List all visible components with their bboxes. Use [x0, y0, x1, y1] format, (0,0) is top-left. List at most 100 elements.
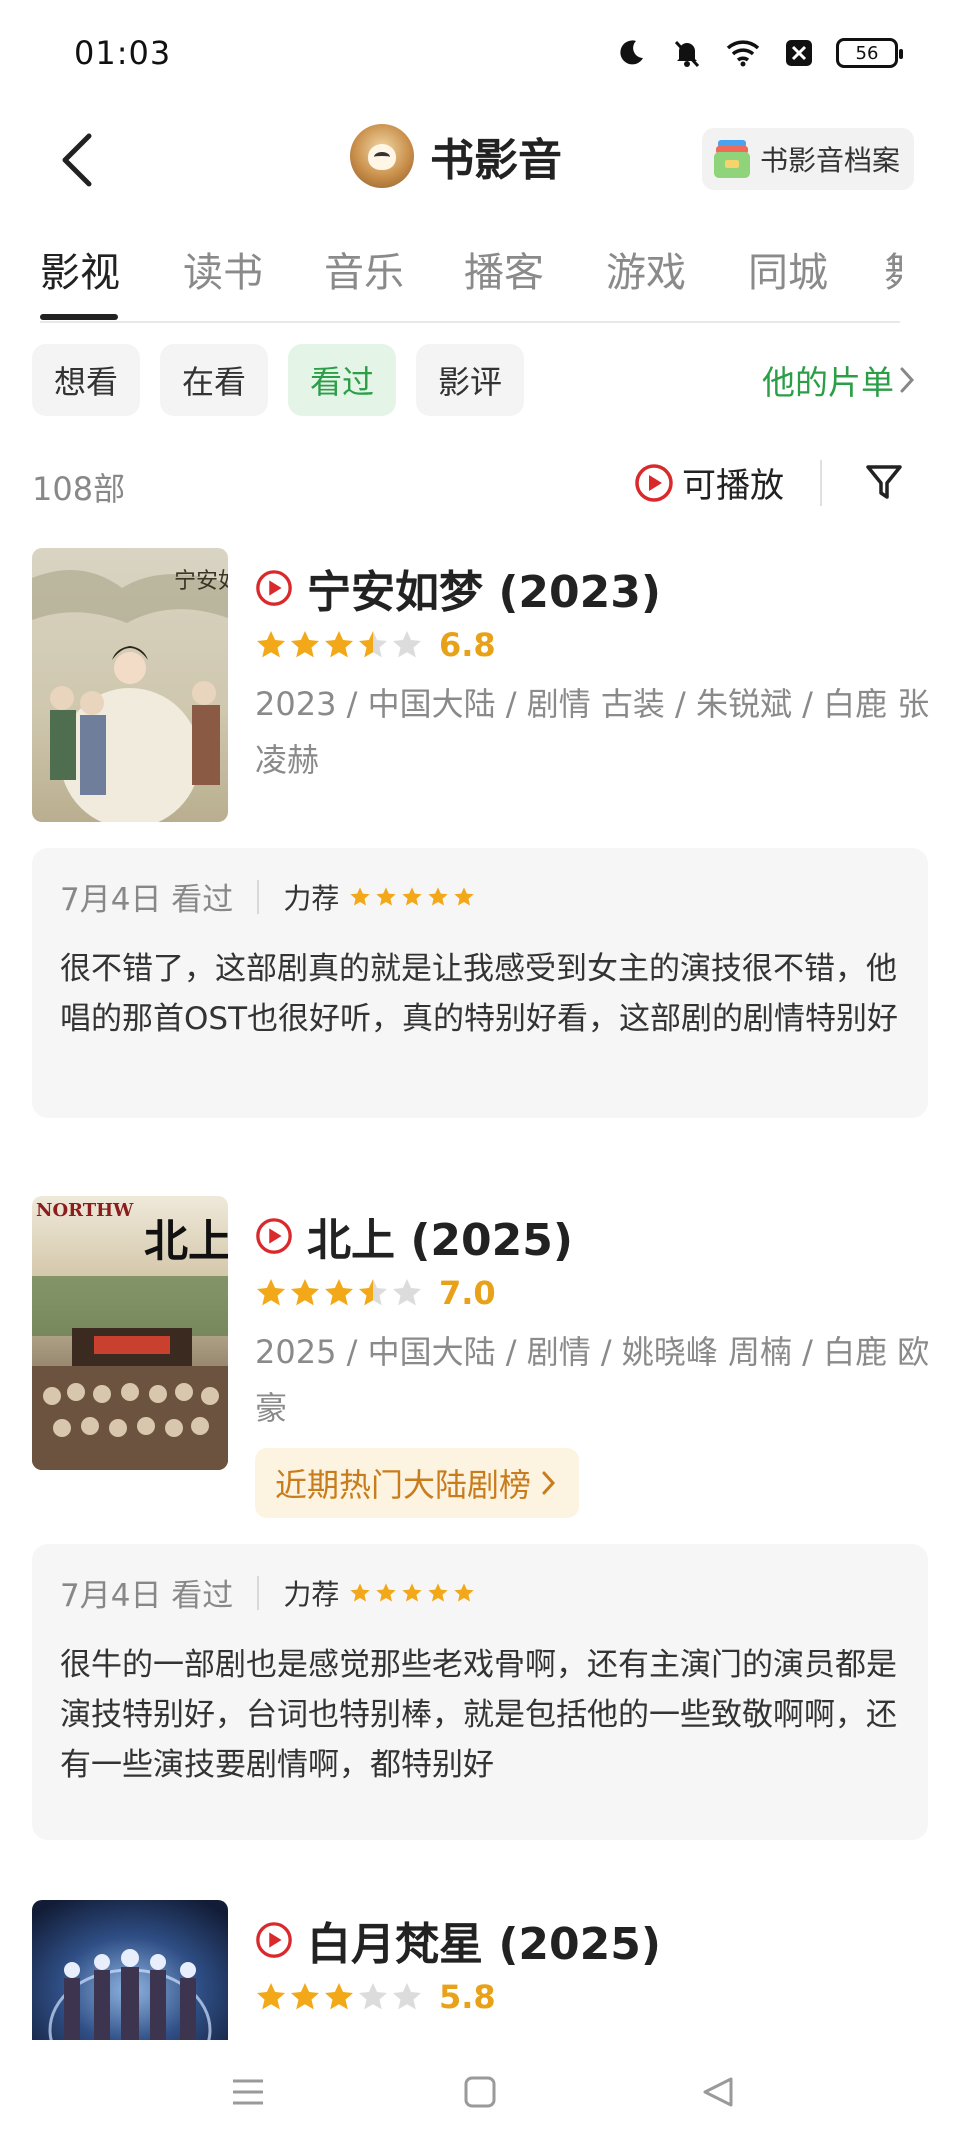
tab-games[interactable]: 游戏 — [606, 240, 686, 298]
star-full-icon — [257, 1279, 285, 1306]
item-count: 108部 — [32, 470, 126, 508]
divider — [820, 460, 822, 506]
status-time: 01:03 — [74, 34, 172, 72]
movie-title-row[interactable]: 白月梵星 (2025) — [255, 1908, 661, 1972]
review-text: 很牛的一部剧也是感觉那些老戏骨啊，还有主演门的演员都是演技特别好，台词也特别棒，… — [60, 1647, 897, 1783]
star-empty-icon — [393, 1983, 421, 2010]
tab-more[interactable]: 舞 — [884, 240, 902, 298]
filter-reviews[interactable]: 影评 — [416, 344, 525, 416]
tab-books[interactable]: 读书 — [183, 240, 263, 298]
back-button[interactable] — [46, 128, 106, 192]
tab-podcast[interactable]: 播客 — [464, 240, 544, 298]
star-full-icon — [291, 1983, 319, 2010]
star-full-icon — [325, 1983, 353, 2010]
star-full-icon — [257, 1983, 285, 2010]
status-filters: 想看 在看 看过 影评 — [32, 344, 525, 416]
star-rating — [255, 1277, 423, 1309]
chevron-right-icon — [900, 367, 915, 393]
movie-poster[interactable] — [32, 1900, 228, 2050]
filter-want[interactable]: 想看 — [32, 344, 141, 416]
review-stars — [349, 886, 475, 908]
movie-poster[interactable]: 宁安如梦 — [32, 548, 228, 822]
archive-button[interactable]: 书影音档案 — [701, 128, 914, 190]
chevron-left-icon — [62, 133, 92, 187]
tab-film[interactable]: 影视 — [40, 240, 120, 298]
battery-level: 56 — [855, 42, 879, 64]
category-tabs: 影视 读书 音乐 播客 游戏 同城 舞 — [0, 240, 960, 324]
star-empty-icon — [393, 631, 421, 658]
movie-meta: 2025 / 中国大陆 / 剧情 / 姚晓峰 周楠 / 白鹿 欧豪 — [255, 1333, 930, 1427]
star-full-icon — [291, 631, 319, 658]
tabs-divider — [40, 321, 900, 323]
page-title: 书影音 — [430, 135, 562, 186]
ranking-tag-label: 近期热门大陆剧榜 — [275, 1466, 532, 1504]
review-date: 7月4日 看过 — [60, 882, 234, 918]
movie-title: 宁安如梦 (2023) — [307, 567, 661, 618]
count-row: 108部 可播放 — [0, 450, 960, 520]
play-circle-icon — [256, 570, 292, 606]
rating-row: 6.8 — [255, 626, 496, 664]
battery-icon: 56 — [836, 38, 903, 68]
chevron-right-icon — [542, 1471, 556, 1495]
archive-icon — [712, 138, 752, 180]
movie-title: 白月梵星 (2025) — [307, 1919, 661, 1970]
review-star-icon — [454, 1582, 474, 1602]
movie-poster[interactable]: NORTHW 北上 — [32, 1196, 228, 1470]
movie-title: 北上 (2025) — [307, 1215, 573, 1266]
review-star-icon — [428, 1582, 448, 1602]
status-bar: 01:03 56 — [0, 0, 960, 110]
movie-title-row[interactable]: 宁安如梦 (2023) — [255, 556, 661, 620]
mute-icon — [668, 34, 706, 72]
playable-label: 可播放 — [682, 466, 784, 506]
review-level: 力荐 — [283, 881, 340, 915]
avatar[interactable] — [350, 124, 414, 188]
his-list-link[interactable]: 他的片单 — [762, 356, 916, 404]
review-card[interactable]: 7月4日 看过 力荐 很牛的一部剧也是感觉那些老戏骨啊，还有主演门的演员都是演技… — [32, 1544, 928, 1840]
star-rating — [255, 1981, 423, 2013]
review-card[interactable]: 7月4日 看过 力荐 很不错了，这部剧真的就是让我感受到女主的演技很不错，他唱的… — [32, 848, 928, 1118]
review-star-icon — [402, 886, 422, 906]
rating-row: 7.0 — [255, 1274, 496, 1312]
svg-text:宁安如梦: 宁安如梦 — [174, 569, 228, 594]
review-star-icon — [350, 886, 370, 906]
star-full-icon — [325, 631, 353, 658]
poster-title: 北上 — [144, 1216, 228, 1267]
ranking-tag[interactable]: 近期热门大陆剧榜 — [255, 1448, 580, 1518]
star-empty-icon — [393, 1279, 421, 1306]
tab-local[interactable]: 同城 — [748, 240, 828, 298]
home-square-icon[interactable] — [452, 2064, 508, 2120]
review-star-icon — [350, 1582, 370, 1602]
nav-header: 书影音 书影音档案 — [0, 118, 960, 202]
review-star-icon — [428, 886, 448, 906]
play-circle-icon — [256, 1218, 292, 1254]
rating-row: 5.8 — [255, 1978, 496, 2016]
play-circle-icon — [635, 463, 673, 502]
filter-watched[interactable]: 看过 — [288, 344, 397, 416]
status-icons: 56 — [612, 34, 903, 72]
filter-watching[interactable]: 在看 — [160, 344, 269, 416]
menu-icon[interactable] — [220, 2064, 276, 2120]
review-header: 7月4日 看过 力荐 — [60, 1570, 475, 1615]
system-nav-bar — [0, 2040, 960, 2144]
header-center: 书影音 — [350, 124, 562, 188]
movie-title-row[interactable]: 北上 (2025) — [255, 1204, 573, 1268]
tab-music[interactable]: 音乐 — [324, 240, 404, 298]
his-list-label: 他的片单 — [762, 363, 894, 402]
star-full-icon — [325, 1279, 353, 1306]
review-level: 力荐 — [283, 1577, 340, 1611]
review-date: 7月4日 看过 — [60, 1578, 234, 1614]
poster-label: NORTHW — [36, 1200, 134, 1221]
review-star-icon — [376, 886, 396, 906]
back-triangle-icon[interactable] — [690, 2064, 746, 2120]
star-full-icon — [291, 1279, 319, 1306]
review-stars — [349, 1582, 475, 1604]
filter-funnel-icon[interactable] — [864, 462, 904, 502]
notification-x-icon — [780, 34, 818, 72]
review-star-icon — [376, 1582, 396, 1602]
rating-score: 5.8 — [439, 1978, 496, 2016]
tab-indicator — [40, 314, 118, 320]
review-text: 很不错了，这部剧真的就是让我感受到女主的演技很不错，他唱的那首OST也很好听，真… — [60, 951, 899, 1037]
review-header: 7月4日 看过 力荐 — [60, 874, 475, 919]
playable-toggle[interactable]: 可播放 — [634, 458, 784, 507]
star-half-icon — [359, 1279, 387, 1306]
